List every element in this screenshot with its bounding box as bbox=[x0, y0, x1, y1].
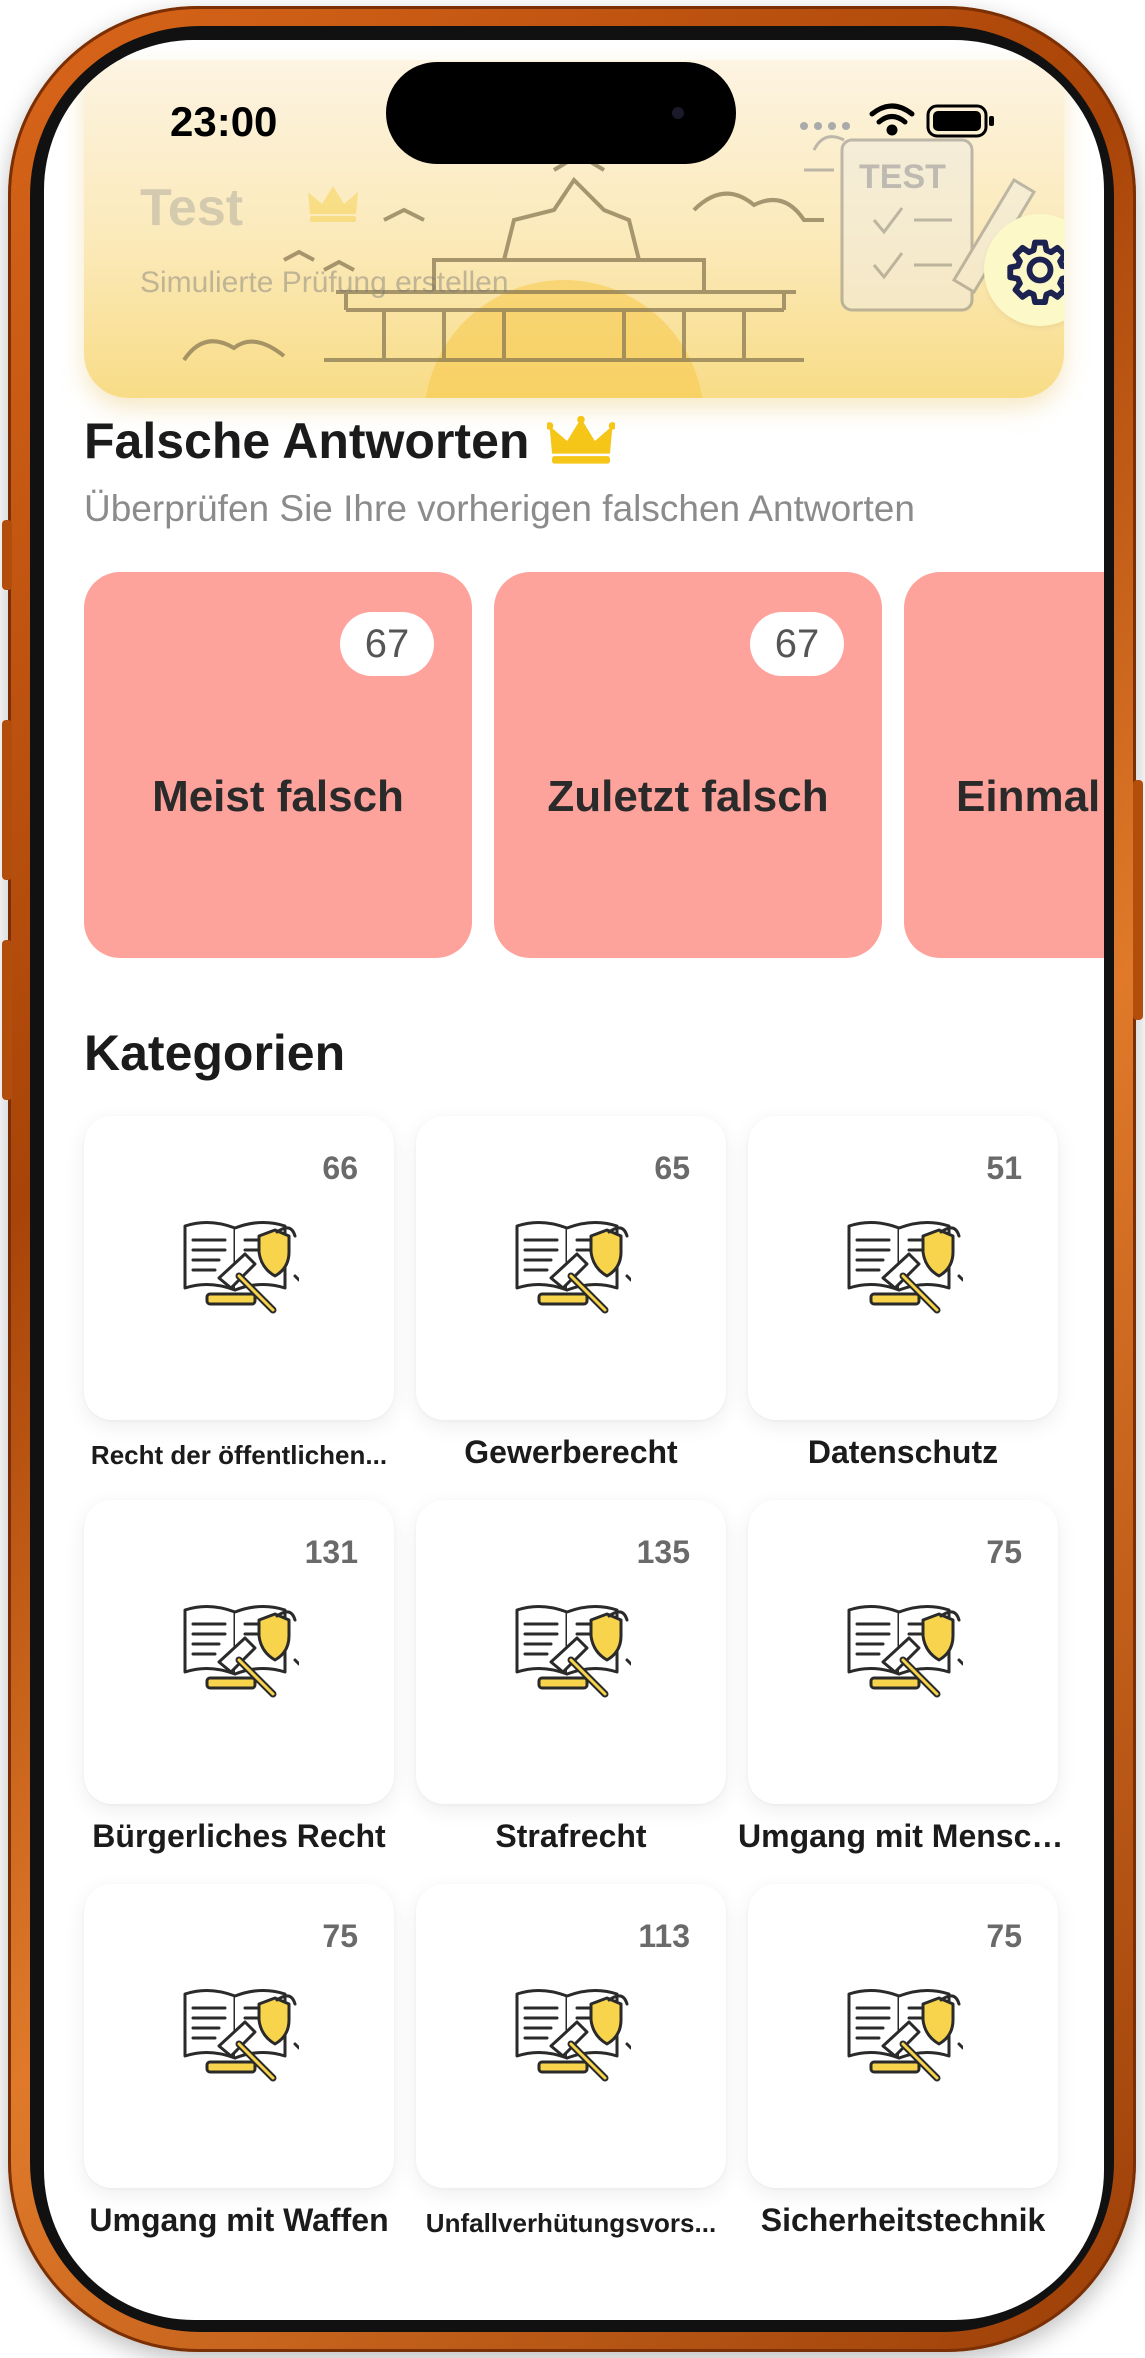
category-card[interactable]: 113 bbox=[416, 1884, 726, 2188]
crown-icon bbox=[547, 415, 616, 464]
wrong-card-recent[interactable]: 67 Zuletzt falsch bbox=[494, 572, 882, 958]
law-book-gavel-icon bbox=[183, 1605, 301, 1698]
cellular-signal-icon bbox=[800, 122, 850, 130]
wrong-card-label: Einmal bbox=[956, 772, 1101, 821]
category-card[interactable]: 65 bbox=[416, 1116, 726, 1420]
banner-subtitle: Simulierte Prüfung erstellen bbox=[140, 266, 509, 299]
category-label: Gewerberecht bbox=[464, 1434, 678, 1470]
wrong-card-label: Zuletzt falsch bbox=[547, 772, 829, 821]
status-time: 23:00 bbox=[170, 98, 278, 145]
category-count: 66 bbox=[322, 1150, 358, 1186]
category-card[interactable]: 135 bbox=[416, 1500, 726, 1804]
category-label: Recht der öffentlichen... bbox=[90, 1440, 388, 1470]
category-card[interactable]: 51 bbox=[748, 1116, 1058, 1420]
dynamic-island bbox=[386, 62, 736, 164]
category-illustration bbox=[511, 1206, 633, 1326]
category-card[interactable]: 66 bbox=[84, 1116, 394, 1420]
category-label: Bürgerliches Recht bbox=[92, 1818, 386, 1854]
category-label: Unfallverhütungsvors... bbox=[425, 2208, 717, 2238]
gear-icon bbox=[1007, 239, 1064, 305]
side-button-action bbox=[2, 520, 12, 590]
category-illustration bbox=[843, 1590, 965, 1710]
category-illustration bbox=[843, 1974, 965, 2094]
wrong-card-most[interactable]: 67 Meist falsch bbox=[84, 572, 472, 958]
category-count: 113 bbox=[638, 1918, 690, 1954]
category-label: Umgang mit Waffen bbox=[89, 2202, 389, 2238]
test-art-label: TEST bbox=[859, 158, 946, 196]
category-count: 75 bbox=[986, 1534, 1022, 1570]
side-button-volume-down bbox=[2, 940, 12, 1100]
law-book-gavel-icon bbox=[183, 1989, 301, 2082]
law-book-gavel-icon bbox=[847, 1221, 965, 1314]
category-count: 135 bbox=[636, 1534, 690, 1570]
category-count: 75 bbox=[322, 1918, 358, 1954]
category-illustration bbox=[511, 1974, 633, 2094]
category-count: 51 bbox=[986, 1150, 1022, 1186]
wrong-answers-title: Falsche Antworten bbox=[84, 413, 530, 469]
category-card[interactable]: 75 bbox=[84, 1884, 394, 2188]
status-icons bbox=[800, 103, 994, 138]
wrong-answers-carousel[interactable]: 67 Meist falsch 67 Zuletzt falsch Einmal bbox=[84, 572, 1104, 962]
category-card[interactable]: 131 bbox=[84, 1500, 394, 1804]
count-badge: 67 bbox=[750, 612, 844, 676]
category-count: 65 bbox=[654, 1150, 690, 1186]
crown-icon bbox=[308, 186, 358, 222]
law-book-gavel-icon bbox=[515, 1989, 633, 2082]
law-book-gavel-icon bbox=[515, 1605, 633, 1698]
law-book-gavel-icon bbox=[847, 1989, 965, 2082]
wrong-card-once[interactable]: Einmal bbox=[904, 572, 1104, 958]
category-label: Umgang mit Menschen bbox=[738, 1818, 1068, 1854]
categories-title: Kategorien bbox=[84, 1025, 346, 1081]
category-count: 75 bbox=[986, 1918, 1022, 1954]
law-book-gavel-icon bbox=[515, 1221, 633, 1314]
category-card[interactable]: 75 bbox=[748, 1884, 1058, 2188]
battery-icon bbox=[926, 104, 994, 138]
count-badge: 67 bbox=[340, 612, 434, 676]
law-book-gavel-icon bbox=[847, 1605, 965, 1698]
category-illustration bbox=[179, 1206, 301, 1326]
side-button-volume-up bbox=[2, 720, 12, 880]
category-illustration bbox=[511, 1590, 633, 1710]
category-label: Datenschutz bbox=[807, 1434, 999, 1470]
wrong-answers-subtitle: Überprüfen Sie Ihre vorherigen falschen … bbox=[84, 488, 915, 529]
category-illustration bbox=[179, 1590, 301, 1710]
law-book-gavel-icon bbox=[183, 1221, 301, 1314]
side-button-power bbox=[1133, 780, 1143, 1020]
category-label: Strafrecht bbox=[495, 1818, 647, 1854]
category-count: 131 bbox=[304, 1534, 358, 1570]
category-illustration bbox=[179, 1974, 301, 2094]
category-card[interactable]: 75 bbox=[748, 1500, 1058, 1804]
category-label: Sicherheitstechnik bbox=[760, 2202, 1046, 2238]
app-screen: TEST Test Simulierte Prüfung erstellen 2… bbox=[44, 40, 1104, 2320]
category-illustration bbox=[843, 1206, 965, 1326]
banner-title: Test bbox=[140, 179, 244, 237]
wifi-icon bbox=[869, 103, 915, 136]
wrong-answers-heading: Falsche Antworten bbox=[84, 412, 616, 470]
wrong-card-label: Meist falsch bbox=[152, 772, 404, 821]
